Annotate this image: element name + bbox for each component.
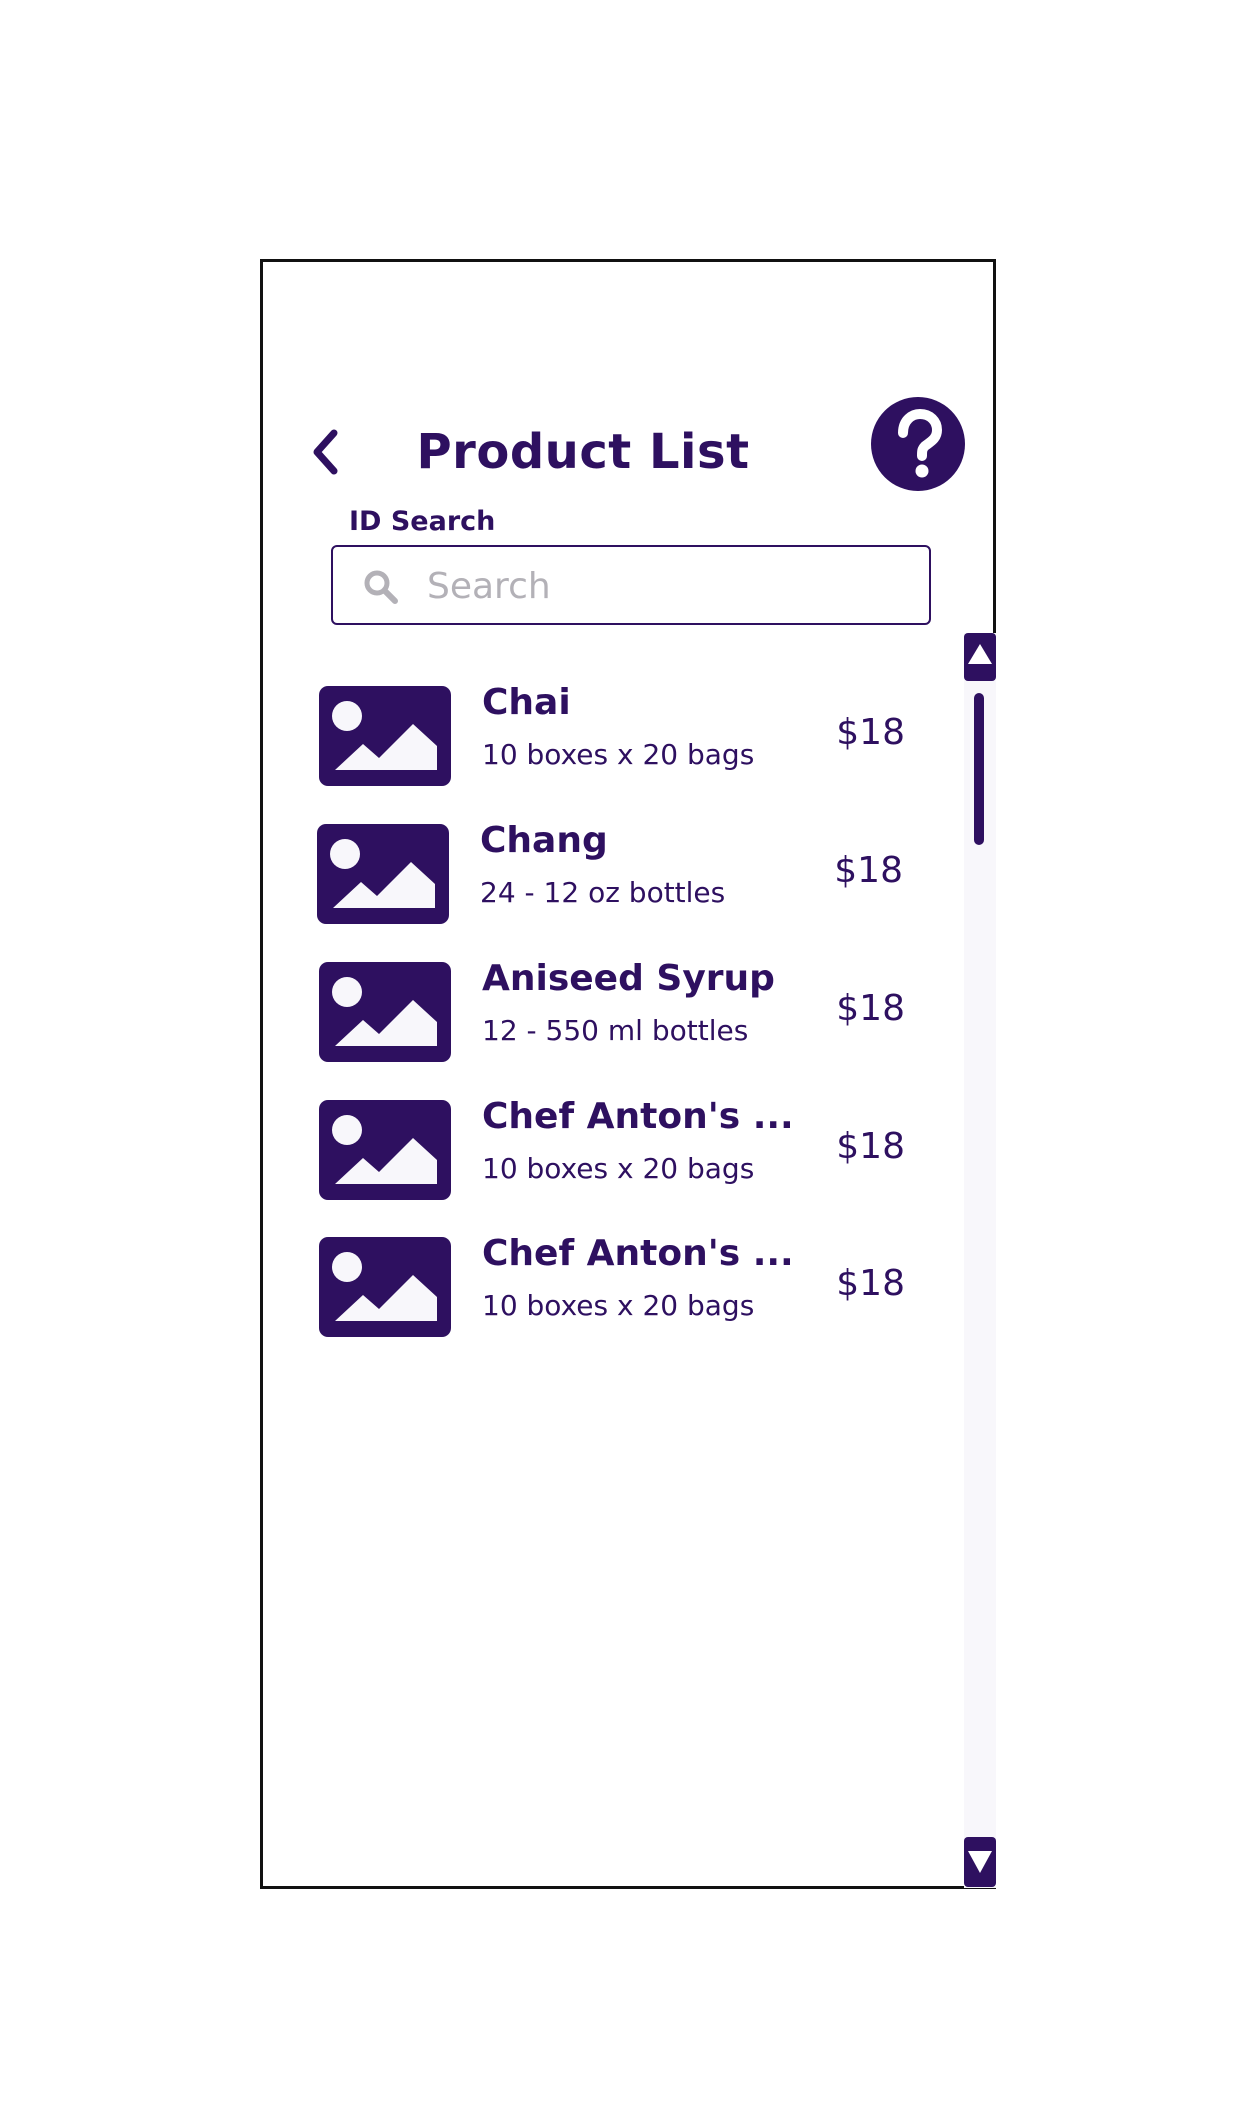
image-placeholder-icon (319, 1100, 451, 1200)
chevron-left-icon (313, 429, 338, 475)
image-placeholder-icon (317, 824, 449, 924)
scroll-up-button[interactable] (964, 633, 996, 681)
scrollbar[interactable] (964, 633, 996, 1888)
search-input[interactable] (425, 559, 909, 613)
product-name: Aniseed Syrup (482, 958, 775, 999)
product-name: Chai (482, 682, 571, 723)
product-description: 10 boxes x 20 bags (482, 738, 755, 771)
product-description: 12 - 550 ml bottles (482, 1014, 749, 1047)
product-name: Chef Anton's ... (482, 1233, 794, 1274)
product-name: Chang (480, 820, 608, 861)
question-mark-icon (871, 397, 965, 491)
back-button[interactable] (303, 422, 347, 482)
product-item[interactable]: Chef Anton's ... 10 boxes x 20 bags $18 (319, 1233, 905, 1337)
product-price: $18 (836, 988, 905, 1029)
phone-screen: Product List ID Search Chai 10 boxes x 2… (260, 259, 996, 1889)
product-price: $18 (834, 850, 903, 891)
page-title: Product List (416, 424, 750, 480)
product-description: 10 boxes x 20 bags (482, 1289, 755, 1322)
product-item[interactable]: Aniseed Syrup 12 - 550 ml bottles $18 (319, 958, 905, 1062)
image-placeholder-icon (319, 962, 451, 1062)
scroll-down-button[interactable] (964, 1837, 996, 1887)
search-label: ID Search (349, 506, 496, 537)
product-price: $18 (836, 1263, 905, 1304)
product-description: 24 - 12 oz bottles (480, 876, 726, 909)
search-box[interactable] (331, 545, 931, 625)
product-name: Chef Anton's ... (482, 1096, 794, 1137)
product-description: 10 boxes x 20 bags (482, 1152, 755, 1185)
search-icon (364, 570, 398, 604)
product-item[interactable]: Chef Anton's ... 10 boxes x 20 bags $18 (319, 1096, 905, 1200)
product-price: $18 (836, 1126, 905, 1167)
help-button[interactable] (870, 396, 966, 492)
product-item[interactable]: Chai 10 boxes x 20 bags $18 (319, 682, 905, 786)
image-placeholder-icon (319, 1237, 451, 1337)
image-placeholder-icon (319, 686, 451, 786)
scrollbar-thumb[interactable] (974, 693, 984, 845)
product-price: $18 (836, 712, 905, 753)
product-item[interactable]: Chang 24 - 12 oz bottles $18 (317, 820, 903, 924)
